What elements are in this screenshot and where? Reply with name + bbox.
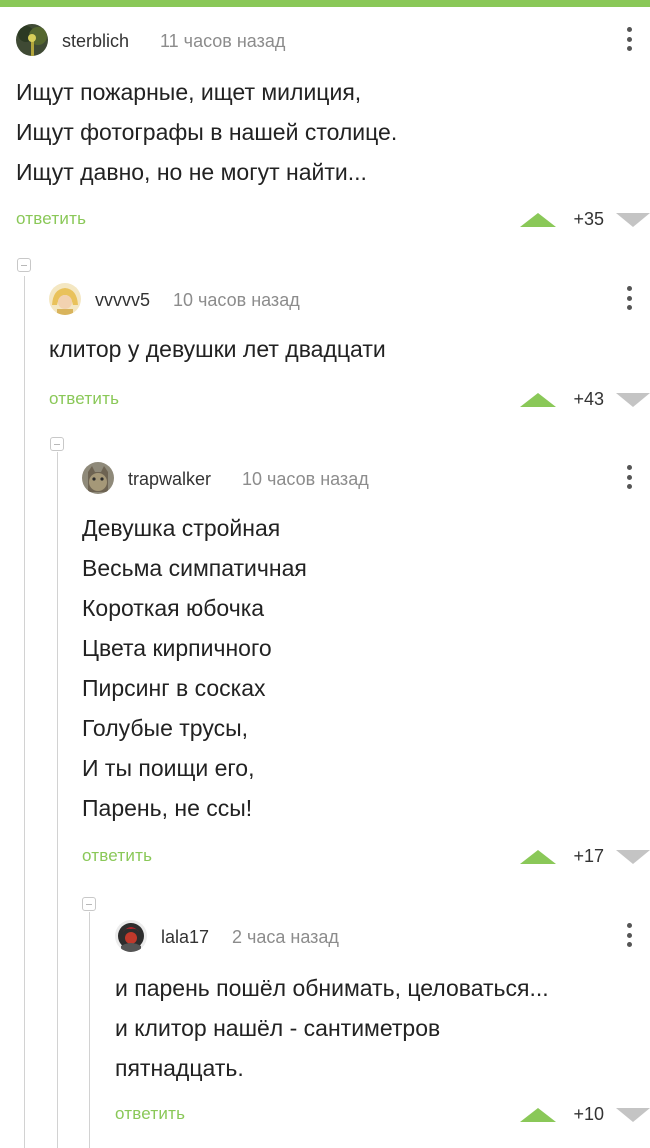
top-accent-bar [0,0,650,7]
comment: sterblich 11 часов назад Ищут пожарные, … [16,24,650,239]
comment-line: клитор у девушки лет двадцати [49,336,386,362]
more-options-icon[interactable] [626,920,632,950]
upvote-icon[interactable] [520,213,556,227]
username[interactable]: vvvvv5 [95,290,150,311]
comment-line: И ты поищи его, [82,755,255,781]
comment-time: 10 часов назад [173,290,300,310]
cat-avatar-icon[interactable] [82,462,114,494]
thread-line[interactable] [57,452,58,1148]
collapse-thread-button[interactable] [17,258,31,272]
comment-line: и парень пошёл обнимать, целоваться... [115,975,549,1001]
comment: vvvvv5 10 часов назад клитор у девушки л… [49,283,650,418]
comment-line: Весьма симпатичная [82,555,307,581]
comment-time: 11 часов назад [160,31,286,51]
downvote-icon[interactable] [616,213,650,227]
comment-footer: ответить +17 [82,842,650,872]
comment-line: Голубые трусы, [82,715,248,741]
collapse-thread-button[interactable] [50,437,64,451]
comment-line: Девушка стройная [82,515,281,541]
comment-line: Цвета кирпичного [82,635,272,661]
downvote-icon[interactable] [616,393,650,407]
reply-button[interactable]: ответить [82,846,152,866]
comment-footer: ответить +10 [115,1100,650,1130]
upvote-icon[interactable] [520,393,556,407]
comment-header: lala17 2 часа назад [115,920,650,954]
comment-time: 10 часов назад [242,469,369,489]
username[interactable]: lala17 [161,927,209,948]
reply-button[interactable]: ответить [49,389,119,409]
red-avatar-icon[interactable] [115,920,147,952]
comment-line: Парень, не ссы! [82,795,253,821]
more-options-icon[interactable] [626,283,632,313]
more-options-icon[interactable] [626,462,632,492]
blond-avatar-icon[interactable] [49,283,81,315]
comment-header: trapwalker 10 часов назад [82,462,650,496]
username[interactable]: trapwalker [128,469,211,490]
comment-line: Короткая юбочка [82,595,265,621]
comment: trapwalker 10 часов назад Девушка стройн… [82,462,650,877]
more-options-icon[interactable] [626,24,632,54]
downvote-icon[interactable] [616,850,650,864]
reply-button[interactable]: ответить [115,1104,185,1124]
thread-line[interactable] [24,276,25,1148]
collapse-thread-button[interactable] [82,897,96,911]
upvote-icon[interactable] [520,850,556,864]
comment-line: Ищут фотографы в нашей столице. [16,119,398,145]
comment-footer: ответить +43 [49,385,650,415]
comment-time: 2 часа назад [232,927,339,947]
comment-header: sterblich 11 часов назад [16,24,650,58]
comment-text: и парень пошёл обнимать, целоваться... и… [115,968,549,1088]
comment: lala17 2 часа назад и парень пошёл обним… [115,920,650,1130]
rating-count: +10 [573,1104,604,1124]
comment-header: vvvvv5 10 часов назад [49,283,650,317]
comment-line: и клитор нашёл - сантиметров [115,1015,441,1041]
reply-button[interactable]: ответить [16,209,86,229]
downvote-icon[interactable] [616,1108,650,1122]
rating-count: +17 [573,846,604,866]
username[interactable]: sterblich [62,31,129,52]
comment-footer: ответить +35 [16,205,650,235]
comment-line: Ищут давно, но не могут найти... [16,159,367,185]
tree-avatar-icon[interactable] [16,24,48,56]
thread-line[interactable] [89,912,90,1148]
comment-line: Пирсинг в сосках [82,675,266,701]
comment-text: клитор у девушки лет двадцати [49,329,386,369]
upvote-icon[interactable] [520,1108,556,1122]
comment-text: Девушка стройная Весьма симпатичная Коро… [82,508,307,828]
comment-text: Ищут пожарные, ищет милиция, Ищут фотогр… [16,72,397,192]
comment-line: Ищут пожарные, ищет милиция, [16,79,362,105]
comment-line: пятнадцать. [115,1055,244,1081]
rating-count: +43 [573,389,604,409]
rating-count: +35 [573,209,604,229]
